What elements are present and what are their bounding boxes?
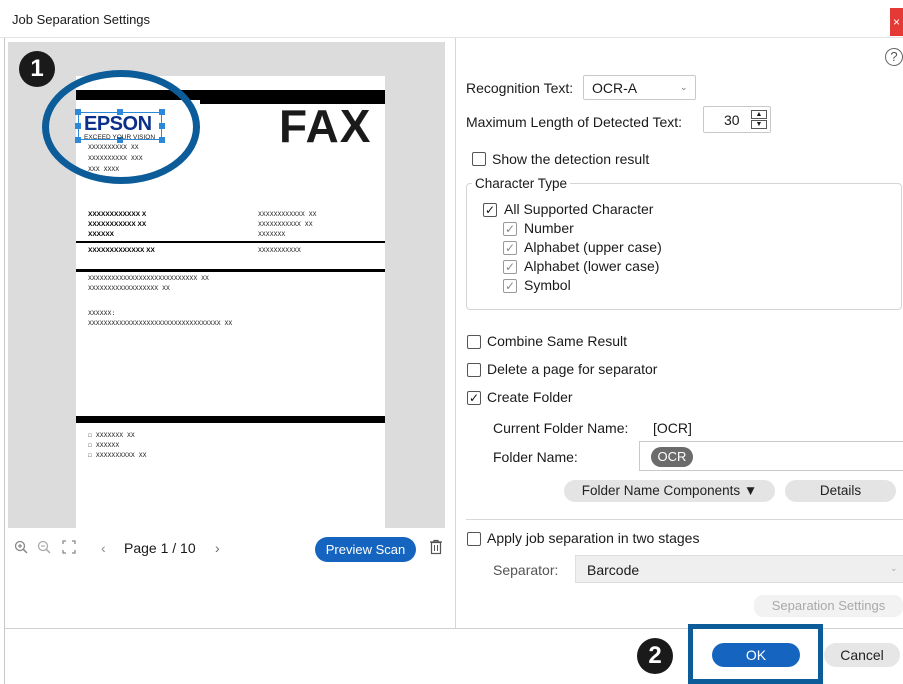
- doc-checkbox-line: ☐ XXXXXXXXXX XX: [88, 452, 147, 459]
- current-folder-value: [OCR]: [653, 420, 692, 436]
- page-indicator: Page 1 / 10: [124, 540, 196, 556]
- doc-checkbox-line: ☐ XXXXXX: [88, 442, 120, 449]
- trash-icon[interactable]: [429, 539, 443, 559]
- section-divider: [466, 519, 903, 520]
- fax-heading: FAX: [279, 100, 372, 152]
- doc-text-line: XXXXXXXXXXX: [258, 247, 301, 254]
- doc-text-line: XXXXXXXXXXXXXXXXXXXXXXXXXXXX XX: [88, 275, 209, 282]
- separation-settings-button[interactable]: Separation Settings: [754, 595, 903, 617]
- symbol-label: Symbol: [524, 277, 571, 293]
- window-title: Job Separation Settings: [12, 12, 151, 27]
- character-type-title: Character Type: [472, 176, 571, 191]
- document-divider: [76, 241, 385, 243]
- doc-text-line: XXXXXXXXXXXXXXXXXXXXXXXXXXXXXXXXXX XX: [88, 320, 233, 327]
- recognition-text-value: OCR-A: [592, 80, 638, 96]
- separator-value: Barcode: [587, 562, 640, 578]
- page-value: 1 / 10: [160, 540, 196, 556]
- recognition-text-select[interactable]: OCR-A ⌄: [583, 75, 696, 100]
- folder-name-label: Folder Name:: [493, 449, 578, 465]
- doc-text-line: XXXXXX: [88, 231, 115, 238]
- spin-down-icon[interactable]: ▼: [751, 120, 767, 129]
- document-footer-bar: [76, 416, 385, 423]
- max-length-label: Maximum Length of Detected Text:: [466, 114, 683, 130]
- combine-checkbox[interactable]: [467, 335, 481, 349]
- max-length-value: 30: [724, 112, 740, 128]
- callout-badge-1: 1: [19, 51, 55, 87]
- lower-case-label: Alphabet (lower case): [524, 258, 660, 274]
- chevron-down-icon: ⌄: [680, 82, 688, 92]
- preview-scan-button[interactable]: Preview Scan: [315, 537, 416, 562]
- symbol-checkbox[interactable]: ✓: [503, 279, 517, 293]
- create-folder-label: Create Folder: [487, 389, 573, 405]
- spin-up-icon[interactable]: ▲: [751, 110, 767, 119]
- zoom-in-icon[interactable]: [14, 540, 28, 557]
- doc-text-line: XXXXXXXXXXX XX: [258, 221, 313, 228]
- two-stage-label: Apply job separation in two stages: [487, 530, 700, 546]
- delete-page-label: Delete a page for separator: [487, 361, 658, 377]
- cancel-button[interactable]: Cancel: [824, 643, 900, 667]
- zoom-out-icon[interactable]: [37, 540, 51, 557]
- number-label: Number: [524, 220, 574, 236]
- document-divider: [76, 269, 385, 272]
- recognition-text-label: Recognition Text:: [466, 80, 574, 96]
- current-folder-label: Current Folder Name:: [493, 420, 629, 436]
- chevron-down-icon: ⌄: [890, 563, 898, 573]
- all-supported-checkbox[interactable]: ✓: [483, 203, 497, 217]
- two-stage-checkbox[interactable]: [467, 532, 481, 546]
- doc-text-line: XXXXXXX: [258, 231, 286, 238]
- combine-label: Combine Same Result: [487, 333, 628, 349]
- callout-badge-2: 2: [637, 638, 673, 674]
- doc-text-line: XXXXXXXXXXXXXXXXXX XX: [88, 285, 170, 292]
- doc-text-line: XXXXXXXXXXX XX: [88, 221, 147, 228]
- folder-name-components-button[interactable]: Folder Name Components ▼: [564, 480, 775, 502]
- separator-select[interactable]: Barcode ⌄: [575, 555, 903, 583]
- doc-text-line: XXXXXX:: [88, 310, 116, 317]
- pane-divider: [455, 38, 456, 628]
- details-button[interactable]: Details: [785, 480, 896, 502]
- all-supported-label: All Supported Character: [504, 201, 654, 217]
- separator-label: Separator:: [493, 562, 559, 578]
- ok-button[interactable]: OK: [712, 643, 800, 667]
- doc-text-line: XXXXXXXXXXXXX XX: [88, 247, 155, 254]
- max-length-spinner[interactable]: 30 ▲ ▼: [703, 106, 771, 133]
- doc-checkbox-line: ☐ XXXXXXX XX: [88, 432, 135, 439]
- folder-name-chip[interactable]: OCR: [651, 447, 693, 467]
- doc-text-line: XXXXXXXXXXXX XX: [258, 211, 317, 218]
- callout-ellipse: [42, 70, 200, 184]
- page-prefix: Page: [124, 540, 157, 556]
- show-detection-label: Show the detection result: [492, 151, 650, 167]
- fit-page-icon[interactable]: [62, 540, 76, 557]
- upper-case-checkbox[interactable]: ✓: [503, 241, 517, 255]
- close-button[interactable]: ×: [890, 8, 903, 36]
- delete-page-checkbox[interactable]: [467, 363, 481, 377]
- show-detection-checkbox[interactable]: [472, 152, 486, 166]
- prev-page-icon[interactable]: ‹: [101, 540, 106, 556]
- create-folder-checkbox[interactable]: ✓: [467, 391, 481, 405]
- next-page-icon[interactable]: ›: [215, 540, 220, 556]
- number-checkbox[interactable]: ✓: [503, 222, 517, 236]
- help-icon[interactable]: ?: [885, 48, 903, 66]
- doc-text-line: XXXXXXXXXXXX X: [88, 211, 147, 218]
- lower-case-checkbox[interactable]: ✓: [503, 260, 517, 274]
- upper-case-label: Alphabet (upper case): [524, 239, 662, 255]
